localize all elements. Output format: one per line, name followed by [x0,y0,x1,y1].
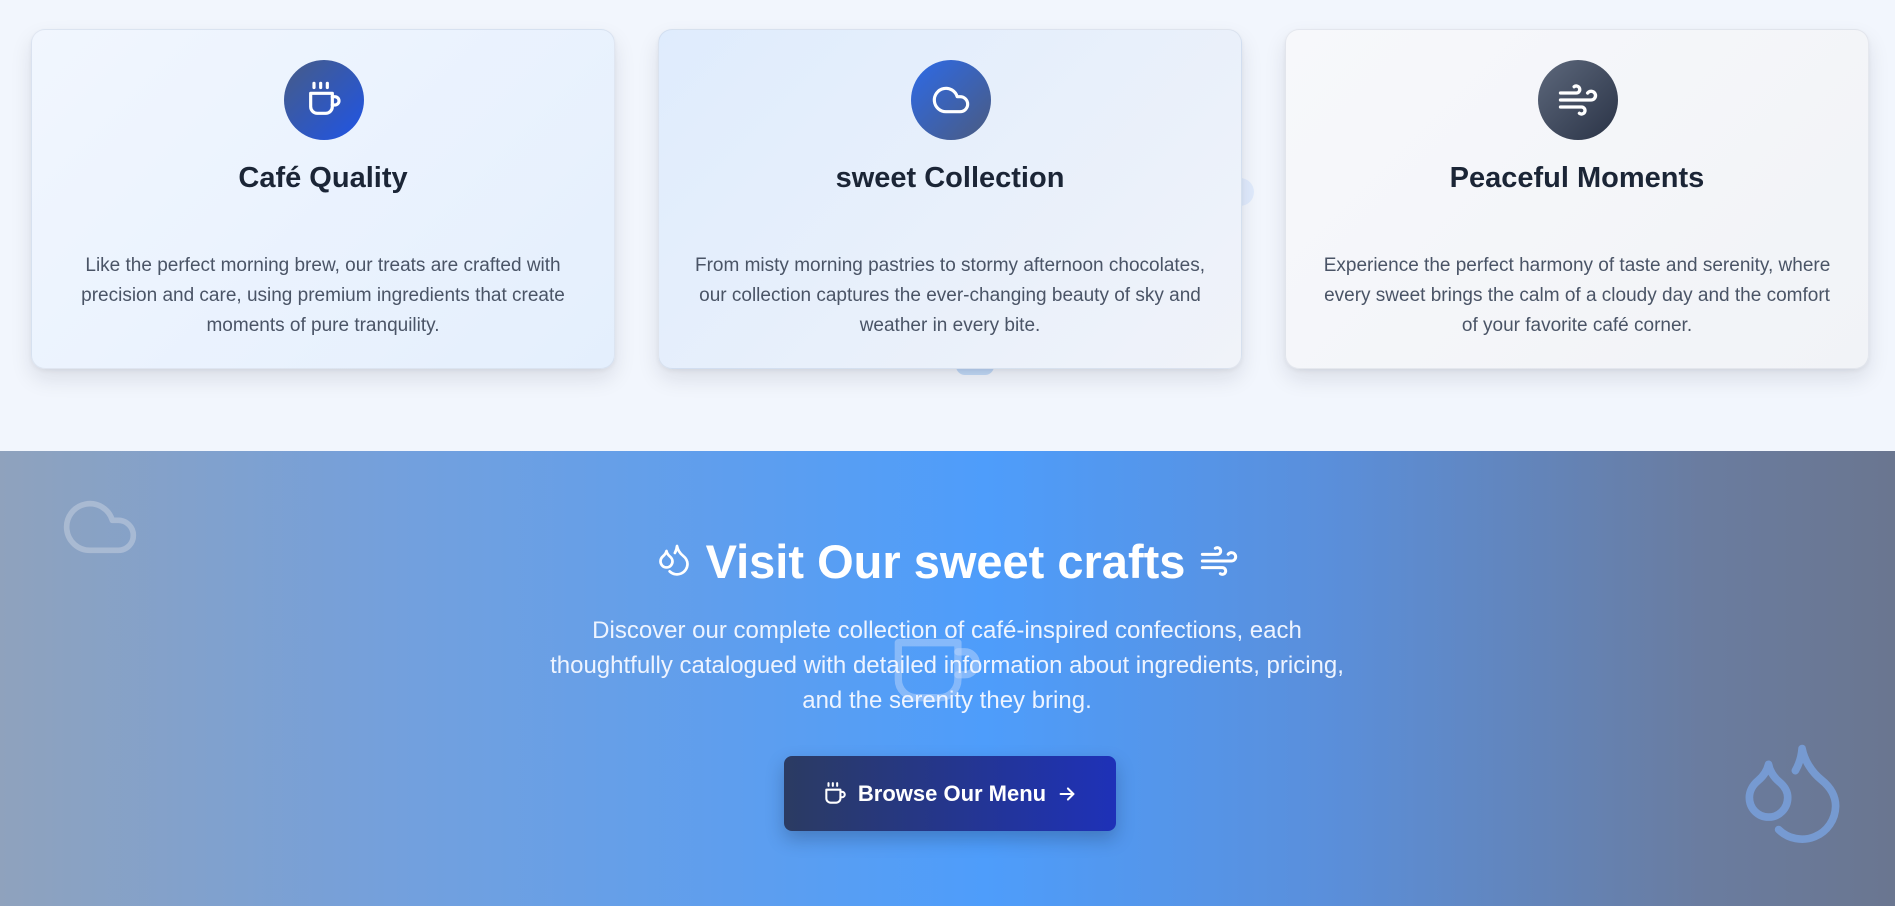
cta-description: Discover our complete collection of café… [550,617,1344,714]
card-description: Experience the perfect harmony of taste … [1323,255,1831,336]
decorative-droplets-icon [1745,744,1840,843]
feature-card-peaceful-moments: Peaceful Moments Experience the perfect … [1285,29,1869,369]
wind-icon [1538,60,1618,140]
cloud-icon [911,60,991,140]
card-description: From misty morning pastries to stormy af… [694,255,1206,336]
wind-icon [1201,546,1238,576]
coffee-cup-icon [825,781,846,804]
card-title: sweet Collection [835,162,1065,194]
feature-card-sweet-collection: sweet Collection From misty morning past… [658,29,1242,369]
cta-section: Visit Our sweet crafts Discover our comp… [0,451,1895,906]
arrow-right-icon [1059,786,1075,801]
cta-title: Visit Our sweet crafts [705,534,1186,588]
cta-heading: Visit Our sweet crafts [0,531,1895,591]
browse-menu-label: Browse Our Menu [857,780,1047,806]
feature-card-cafe-quality: Café Quality Like the perfect morning br… [31,29,615,369]
droplets-icon [658,544,689,576]
card-title: Café Quality [238,162,408,194]
card-description: Like the perfect morning brew, our treat… [81,255,565,336]
browse-menu-button[interactable]: Browse Our Menu [784,756,1116,831]
card-title: Peaceful Moments [1449,162,1705,194]
features-section: Café Quality Like the perfect morning br… [0,0,1895,451]
coffee-cup-icon [284,60,364,140]
